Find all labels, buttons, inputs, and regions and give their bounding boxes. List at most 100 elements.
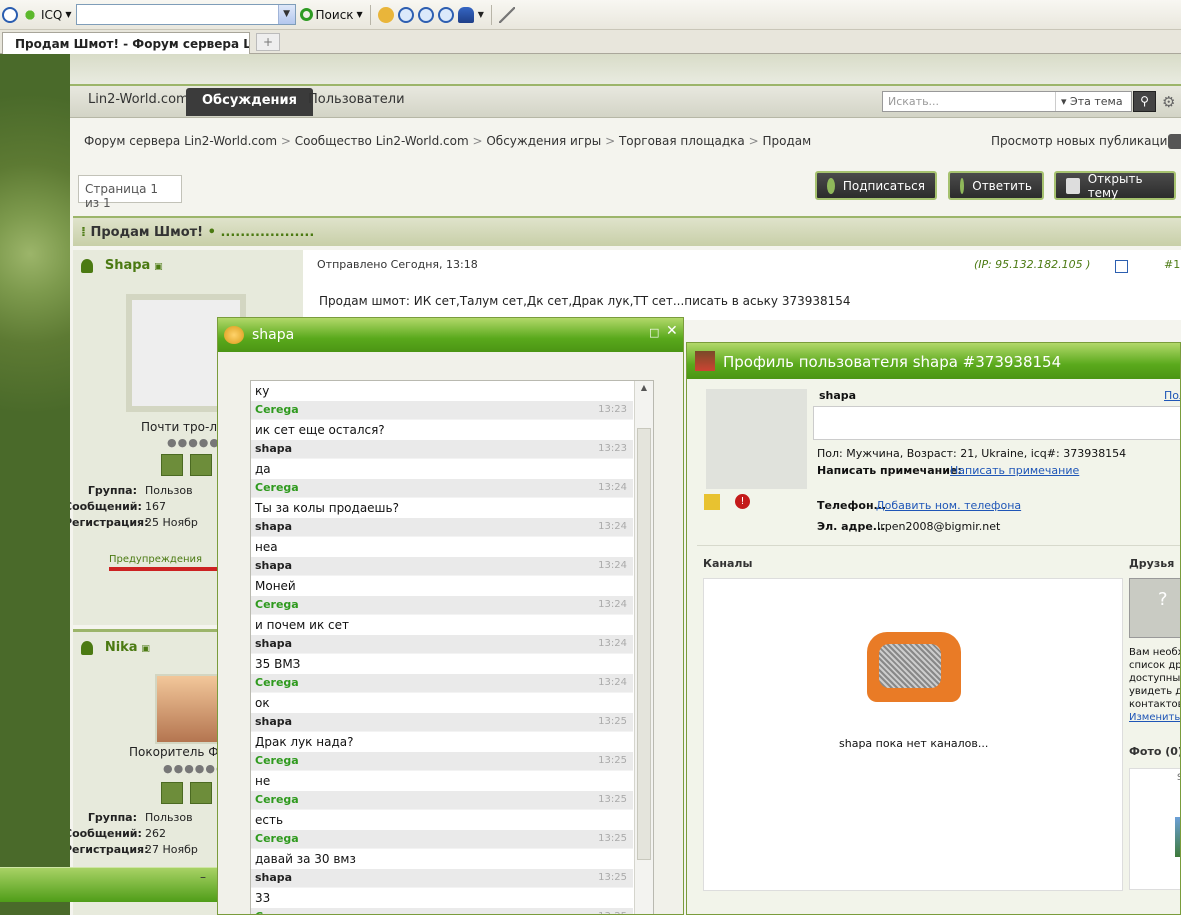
nav-users[interactable]: Пользователи [308, 92, 405, 107]
smiley-icon[interactable] [377, 6, 394, 23]
avatar [155, 674, 225, 744]
chat-time: 13:24 [598, 677, 627, 688]
profile-top-link[interactable]: Пол [1164, 389, 1180, 402]
joystick-icon[interactable] [457, 6, 474, 23]
chat-message: ок shapa 13:25 [251, 693, 633, 732]
breadcrumb-item[interactable]: Обсуждения игры [486, 134, 601, 148]
browser-toolbar: ICQ ▼ ▼ Поиск ▼ ▼ [0, 0, 1181, 30]
new-tab-button[interactable]: + [256, 33, 280, 51]
minimized-window-bar[interactable]: – [0, 867, 218, 902]
new-publications-link[interactable]: Просмотр новых публикаций [991, 134, 1175, 148]
breadcrumb-item[interactable]: Форум сервера Lin2-World.com [84, 134, 277, 148]
friend-avatar[interactable]: ? [1129, 578, 1180, 638]
search-button[interactable]: Поиск ▼ [299, 8, 363, 22]
close-icon[interactable]: ✕ [666, 323, 678, 339]
toolbar-search-input[interactable]: ▼ [75, 4, 296, 25]
chat-time: 13:24 [598, 638, 627, 649]
toolbar-divider [369, 4, 371, 25]
feather-icon[interactable] [498, 6, 515, 23]
photo-thumbnail[interactable] [1175, 817, 1180, 857]
chat-message-header: shapa 13:25 [251, 869, 633, 887]
tab-forum[interactable]: Продам Шмот! - Форум сервера Lin... [2, 32, 250, 54]
chat-message: есть Cerega 13:25 [251, 810, 633, 849]
scroll-thumb[interactable] [637, 428, 651, 860]
add-friend-icon[interactable] [161, 454, 183, 476]
chat-message-header: shapa 13:24 [251, 518, 633, 536]
chat-sender: Cerega [255, 793, 299, 806]
photos-panel: S [1129, 768, 1180, 890]
post-author[interactable]: Shapa [105, 258, 150, 273]
minimize-icon[interactable]: – [200, 870, 206, 884]
chevron-down-icon[interactable]: ▼ [277, 5, 295, 24]
chat-message-header: shapa 13:25 [251, 713, 633, 731]
nav-home[interactable]: Lin2-World.com [88, 92, 189, 107]
chat-message-text: ок [255, 696, 270, 710]
post-number[interactable]: #1 [1164, 258, 1180, 271]
chat-message-text: ик сет еще остался? [255, 423, 385, 437]
warnings-label[interactable]: Предупреждения [109, 554, 202, 565]
divider [697, 545, 1180, 546]
warnings-bar [109, 567, 219, 571]
chat-sender: Cerega [255, 481, 299, 494]
forum-search-input[interactable]: Искать... ▾ Эта тема [882, 91, 1132, 112]
search-icon[interactable]: ⚲ [1133, 91, 1156, 112]
chat-message-list[interactable]: ку Cerega 13:23 ик сет еще остался? shapa 13:… [250, 380, 654, 914]
post-select-checkbox[interactable] [1115, 260, 1128, 273]
search-scope-select[interactable]: ▾ Эта тема [1055, 92, 1128, 111]
report-icon[interactable]: ! [735, 494, 750, 509]
chat-message-header: Cerega 13:25 [251, 791, 633, 809]
zoom-in-icon[interactable] [397, 6, 414, 23]
chat-titlebar[interactable]: shapa □ ✕ [218, 318, 683, 352]
chat-sender: shapa [255, 715, 293, 728]
subscribe-button[interactable]: Подписаться [815, 171, 937, 200]
chat-message-text: 35 ВМЗ [255, 657, 301, 671]
post-author[interactable]: Nika [105, 640, 138, 655]
maximize-icon[interactable]: □ [649, 326, 659, 339]
profile-body: shapa Пол Пол: Мужчина, Возраст: 21, Ukr… [687, 379, 1180, 914]
rss-icon[interactable] [1168, 134, 1181, 149]
chat-message: да Cerega 13:24 [251, 459, 633, 498]
scroll-up-icon[interactable]: ▲ [635, 383, 653, 392]
at-icon[interactable] [2, 6, 18, 23]
chat-time: 13:24 [598, 482, 627, 493]
chat-title: shapa [252, 327, 295, 343]
breadcrumb-item[interactable]: Торговая площадка [619, 134, 745, 148]
breadcrumb-item[interactable]: Продам [762, 134, 811, 148]
nav-discussions[interactable]: Обсуждения [186, 88, 313, 116]
chat-message-header: Cerega 13:24 [251, 674, 633, 692]
chat-message-text: неа [255, 540, 278, 554]
mail-icon[interactable] [190, 782, 212, 804]
chevron-down-icon[interactable]: ▼ [478, 10, 484, 19]
zoom-out-icon[interactable] [437, 6, 454, 23]
new-topic-button[interactable]: Открыть тему [1054, 171, 1176, 200]
chat-message: 33 Cerega 13:25 [251, 888, 633, 914]
edit-friends-link[interactable]: Изменить н [1129, 712, 1180, 723]
forum-banner [70, 54, 1181, 86]
gear-icon[interactable]: ⚙ [1162, 93, 1175, 111]
breadcrumb: Форум сервера Lin2-World.com > Сообществ… [84, 134, 812, 148]
chat-message: ку Cerega 13:23 [251, 381, 633, 420]
post-text: Продам шмот: ИК сет,Талум сет,Дк сет,Дра… [319, 294, 851, 308]
profile-titlebar[interactable]: Профиль пользователя shapa #373938154 [687, 343, 1180, 379]
chat-message: 35 ВМЗ Cerega 13:24 [251, 654, 633, 693]
chat-sender: Cerega [255, 754, 299, 767]
chat-scrollbar[interactable]: ▲ [634, 381, 653, 914]
status-field[interactable] [813, 406, 1180, 440]
chat-message-text: Драк лук нада? [255, 735, 354, 749]
reply-button[interactable]: Ответить [948, 171, 1044, 200]
icq-button[interactable]: ICQ ▼ [22, 6, 72, 23]
add-contact-icon[interactable] [704, 494, 720, 510]
breadcrumb-item[interactable]: Сообщество Lin2-World.com [295, 134, 469, 148]
mail-icon[interactable] [190, 454, 212, 476]
chat-window: shapa □ ✕ ку Cerega 13:23 ик сет еще осталс… [217, 317, 684, 915]
chat-time: 13:24 [598, 560, 627, 571]
add-friend-icon[interactable] [161, 782, 183, 804]
add-phone-link[interactable]: Добавить ном. телефона [876, 499, 1021, 512]
profile-email[interactable]: Irpen2008@bigmir.net [877, 520, 1000, 533]
chat-message-header: shapa 13:24 [251, 635, 633, 653]
zoom-fit-icon[interactable] [417, 6, 434, 23]
chat-message: Моней Cerega 13:24 [251, 576, 633, 615]
write-note-link[interactable]: Написать примечание [950, 464, 1079, 477]
chat-message-text: давай за 30 вмз [255, 852, 356, 866]
user-rank: Покоритель Фо [129, 745, 226, 759]
